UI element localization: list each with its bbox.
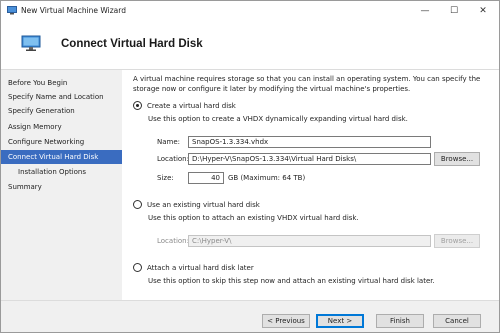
wizard-steps-nav: Before You Begin Specify Name and Locati… xyxy=(1,70,122,300)
title-bar: New Virtual Machine Wizard — ☐ ✕ xyxy=(1,1,499,20)
name-field[interactable]: SnapOS-1.3.334.vhdx xyxy=(188,136,431,148)
window-title: New Virtual Machine Wizard xyxy=(21,6,126,15)
size-maximum-text: GB (Maximum: 64 TB) xyxy=(228,174,306,182)
attach-later-label: Attach a virtual hard disk later xyxy=(147,263,254,272)
close-button[interactable]: ✕ xyxy=(469,1,497,20)
existing-location-field[interactable]: C:\Hyper-V\ xyxy=(188,235,431,247)
attach-later-radio[interactable] xyxy=(133,263,142,272)
existing-location-label: Location: xyxy=(157,237,189,245)
intro-text: A virtual machine requires storage so th… xyxy=(133,75,481,93)
cancel-button[interactable]: Cancel xyxy=(433,314,481,328)
size-label: Size: xyxy=(157,174,174,182)
nav-item-summary[interactable]: Summary xyxy=(1,180,122,194)
location-label: Location: xyxy=(157,155,189,163)
nav-item-assign-memory[interactable]: Assign Memory xyxy=(1,120,122,134)
wizard-footer: < Previous Next > Finish Cancel xyxy=(1,300,499,332)
finish-button[interactable]: Finish xyxy=(376,314,424,328)
wizard-window: New Virtual Machine Wizard — ☐ ✕ Connect… xyxy=(0,0,500,333)
create-disk-label: Create a virtual hard disk xyxy=(147,101,236,110)
minimize-button[interactable]: — xyxy=(411,1,439,20)
nav-item-connect-virtual-hard-disk[interactable]: Connect Virtual Hard Disk xyxy=(1,150,122,164)
nav-item-configure-networking[interactable]: Configure Networking xyxy=(1,135,122,149)
monitor-icon xyxy=(21,35,41,51)
browse-button[interactable]: Browse... xyxy=(434,152,480,166)
nav-item-specify-generation[interactable]: Specify Generation xyxy=(1,104,122,118)
existing-browse-button[interactable]: Browse... xyxy=(434,234,480,248)
attach-later-option[interactable]: Attach a virtual hard disk later xyxy=(133,263,254,272)
location-field[interactable]: D:\Hyper-V\SnapOS-1.3.334\Virtual Hard D… xyxy=(188,153,431,165)
wizard-header: Connect Virtual Hard Disk xyxy=(1,20,499,70)
nav-item-installation-options[interactable]: Installation Options xyxy=(1,165,122,179)
name-label: Name: xyxy=(157,138,181,146)
wizard-content: A virtual machine requires storage so th… xyxy=(122,70,499,300)
create-disk-description: Use this option to create a VHDX dynamic… xyxy=(148,115,408,123)
hyper-v-app-icon xyxy=(7,6,17,15)
maximize-button[interactable]: ☐ xyxy=(440,1,468,20)
size-field[interactable]: 40 xyxy=(188,172,224,184)
attach-later-description: Use this option to skip this step now an… xyxy=(148,277,435,285)
previous-button[interactable]: < Previous xyxy=(262,314,310,328)
existing-disk-option[interactable]: Use an existing virtual hard disk xyxy=(133,200,260,209)
existing-disk-description: Use this option to attach an existing VH… xyxy=(148,214,359,222)
existing-disk-radio[interactable] xyxy=(133,200,142,209)
next-button[interactable]: Next > xyxy=(316,314,364,328)
create-disk-radio[interactable] xyxy=(133,101,142,110)
existing-disk-label: Use an existing virtual hard disk xyxy=(147,200,260,209)
nav-item-specify-name-and-location[interactable]: Specify Name and Location xyxy=(1,90,122,104)
page-title: Connect Virtual Hard Disk xyxy=(61,38,203,50)
create-disk-option[interactable]: Create a virtual hard disk xyxy=(133,101,236,110)
nav-item-before-you-begin[interactable]: Before You Begin xyxy=(1,76,122,90)
